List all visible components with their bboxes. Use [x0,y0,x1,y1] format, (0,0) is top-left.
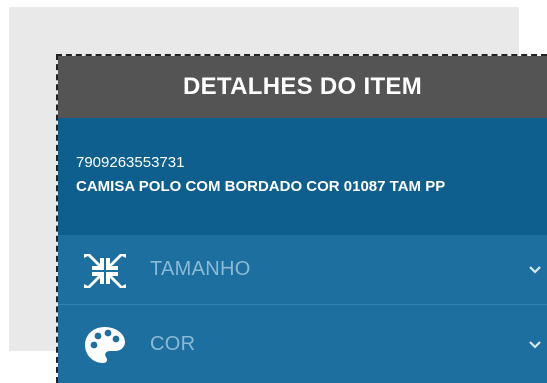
size-dropdown[interactable]: TAMANHO [58,235,547,305]
item-description: CAMISA POLO COM BORDADO COR 01087 TAM PP [76,178,446,195]
compress-arrows-icon [80,250,130,290]
chevron-down-icon [529,340,541,349]
item-details-dialog: DETALHES DO ITEM 7909263553731 CAMISA PO… [56,54,547,383]
color-dropdown[interactable]: COR [58,305,547,383]
item-info: 7909263553731 CAMISA POLO COM BORDADO CO… [58,118,547,235]
dialog-title: DETALHES DO ITEM [58,56,547,118]
chevron-down-icon [529,265,541,274]
item-code: 7909263553731 [76,154,185,171]
color-label: COR [150,333,196,355]
size-label: TAMANHO [150,258,251,280]
palette-icon [80,325,130,365]
